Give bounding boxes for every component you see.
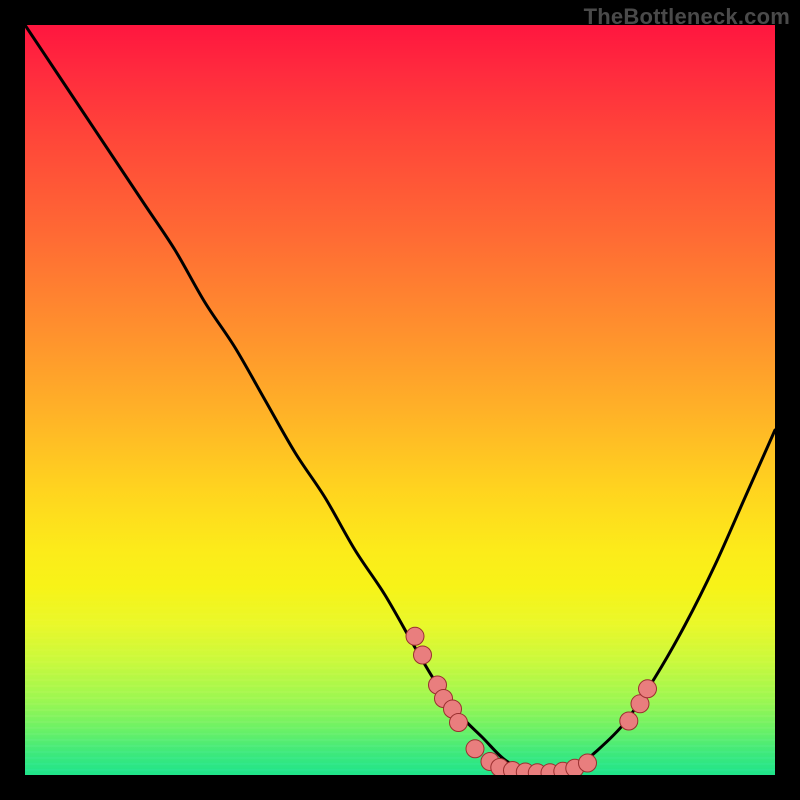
data-marker	[466, 740, 484, 758]
chart-stage: TheBottleneck.com	[0, 0, 800, 800]
data-marker	[639, 680, 657, 698]
data-marker	[579, 754, 597, 772]
data-marker	[414, 646, 432, 664]
data-marker	[450, 714, 468, 732]
curve-svg	[25, 25, 775, 775]
data-marker	[406, 627, 424, 645]
bottleneck-curve	[25, 25, 775, 775]
plot-area	[25, 25, 775, 775]
data-marker	[620, 712, 638, 730]
watermark-text: TheBottleneck.com	[584, 4, 790, 30]
marker-layer	[406, 627, 657, 775]
